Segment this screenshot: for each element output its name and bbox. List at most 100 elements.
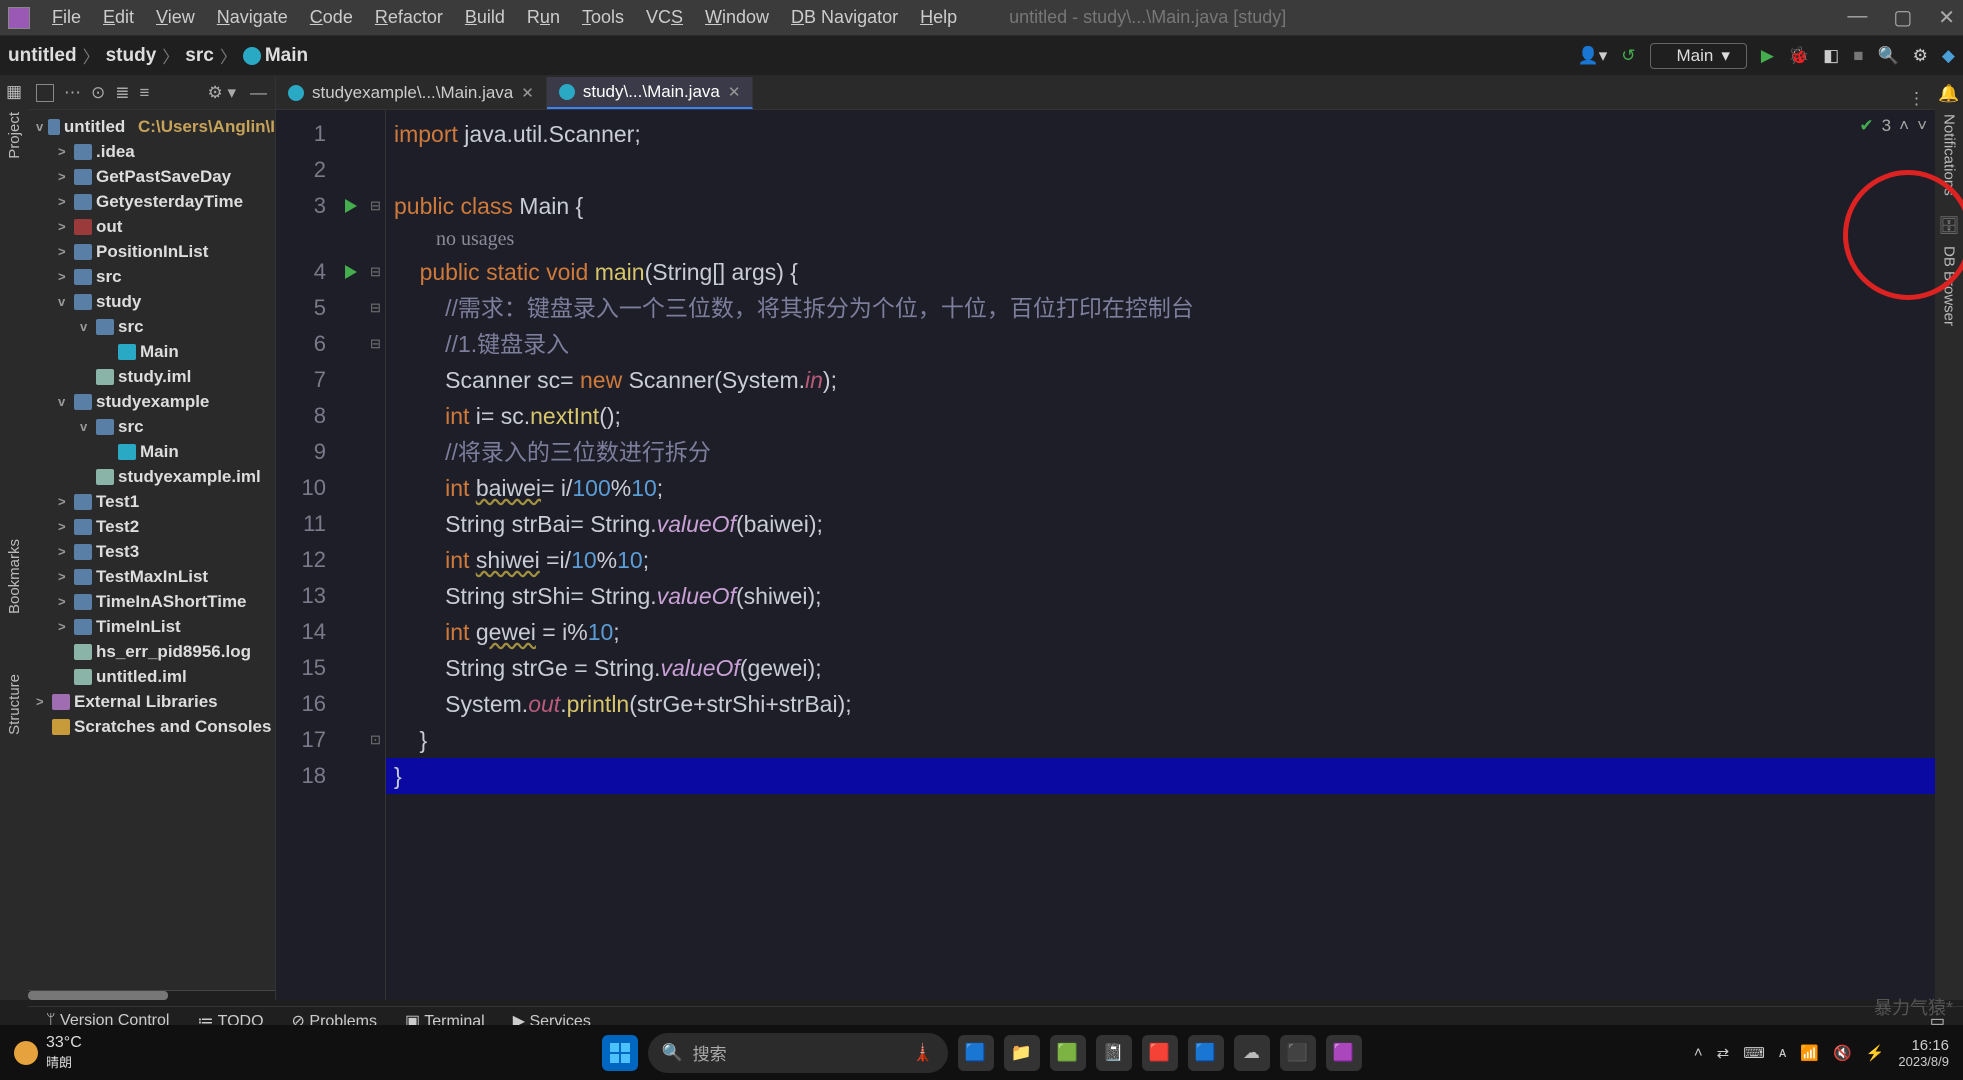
tray-volume-icon[interactable]: 🔇 [1833, 1044, 1852, 1062]
minimize-icon[interactable]: — [1847, 5, 1867, 30]
scratches[interactable]: Scratches and Consoles [28, 714, 275, 739]
tree-item[interactable]: >TimeInList [28, 614, 275, 639]
inspection-widget[interactable]: ✔ 3 ˄ ˅ [1859, 116, 1927, 136]
taskbar-app-icon[interactable]: 🟦 [958, 1035, 994, 1071]
close-tab-icon[interactable]: ✕ [728, 83, 741, 101]
code-with-me-icon[interactable]: ◆ [1942, 46, 1955, 66]
tree-item[interactable]: vsrc [28, 314, 275, 339]
menu-vcs[interactable]: VCS [646, 7, 683, 28]
run-config-selector[interactable]: Main ▾ [1650, 43, 1747, 69]
breadcrumb[interactable]: study [106, 45, 157, 67]
tree-item[interactable]: studyexample.iml [28, 464, 275, 489]
menu-build[interactable]: Build [465, 7, 505, 28]
project-hscrollbar[interactable] [28, 990, 275, 1000]
add-user-icon[interactable]: 👤▾ [1578, 46, 1608, 66]
project-tool-icon[interactable]: ▦ [6, 82, 22, 102]
tree-item[interactable]: >GetPastSaveDay [28, 164, 275, 189]
project-tree[interactable]: v untitled C:\Users\Anglin\I >.idea>GetP… [28, 110, 275, 990]
notifications-label[interactable]: Notifications [1941, 114, 1958, 196]
tree-item[interactable]: vstudy [28, 289, 275, 314]
project-view-icon[interactable] [36, 84, 54, 102]
menu-view[interactable]: View [156, 7, 195, 28]
tray-icon[interactable]: ⌨ [1743, 1044, 1765, 1062]
menu-navigate[interactable]: Navigate [217, 7, 288, 28]
taskbar-app-icon[interactable]: 🟩 [1050, 1035, 1086, 1071]
tree-item[interactable]: >TimeInAShortTime [28, 589, 275, 614]
code-editor[interactable]: import java.util.Scanner;public class Ma… [386, 110, 1935, 1000]
run-button[interactable]: ▶ [1761, 46, 1774, 66]
taskbar-app-icon[interactable]: 📓 [1096, 1035, 1132, 1071]
menu-code[interactable]: Code [310, 7, 353, 28]
taskbar-app-icon[interactable]: 🟥 [1142, 1035, 1178, 1071]
menu-edit[interactable]: Edit [103, 7, 134, 28]
chevron-up-icon[interactable]: ˄ [1899, 116, 1909, 136]
menu-tools[interactable]: Tools [582, 7, 624, 28]
tree-item[interactable]: Main [28, 339, 275, 364]
menu-dbnavigator[interactable]: DB Navigator [791, 7, 898, 28]
editor-tab[interactable]: studyexample\...\Main.java ✕ [276, 77, 547, 109]
db-browser-label[interactable]: DB Browser [1941, 246, 1958, 326]
maximize-icon[interactable]: ▢ [1893, 5, 1912, 30]
taskbar-app-icon[interactable]: 🟦 [1188, 1035, 1224, 1071]
settings-icon[interactable]: ⚙ [1913, 46, 1928, 66]
taskbar-app-icon[interactable]: 📁 [1004, 1035, 1040, 1071]
tray-battery-icon[interactable]: ⚡ [1866, 1044, 1885, 1062]
editor-tab[interactable]: study\...\Main.java ✕ [547, 77, 754, 109]
tree-item[interactable]: >Test1 [28, 489, 275, 514]
tray-wifi-icon[interactable]: 📶 [1800, 1044, 1819, 1062]
tray-chevron-icon[interactable]: ˄ [1694, 1044, 1703, 1061]
tree-item[interactable]: >src [28, 264, 275, 289]
tree-item[interactable]: >.idea [28, 139, 275, 164]
breadcrumb[interactable]: src [185, 45, 214, 67]
notifications-icon[interactable]: 🔔 [1938, 84, 1959, 104]
taskbar-weather[interactable]: 33°C 晴朗 [14, 1034, 82, 1071]
external-libraries[interactable]: > External Libraries [28, 689, 275, 714]
expand-all-icon[interactable]: ≣ [115, 83, 129, 103]
breadcrumb[interactable]: untitled [8, 45, 77, 67]
menu-file[interactable]: File [52, 7, 81, 28]
tree-item[interactable]: >GetyesterdayTime [28, 189, 275, 214]
project-root[interactable]: v untitled C:\Users\Anglin\I [28, 114, 275, 139]
chevron-down-icon[interactable]: ˅ [1917, 116, 1927, 136]
tree-item[interactable]: >out [28, 214, 275, 239]
taskbar-app-icon[interactable]: ⬛ [1280, 1035, 1316, 1071]
menu-window[interactable]: Window [705, 7, 769, 28]
sync-icon[interactable]: ↺ [1621, 46, 1635, 66]
stop-button[interactable]: ■ [1853, 46, 1863, 66]
taskbar-app-icon[interactable]: ☁ [1234, 1035, 1270, 1071]
tray-icon[interactable]: ᴀ [1779, 1044, 1786, 1061]
tray-icon[interactable]: ⇄ [1717, 1044, 1730, 1062]
menu-run[interactable]: Run [527, 7, 560, 28]
tree-item[interactable]: >Test2 [28, 514, 275, 539]
menu-refactor[interactable]: Refactor [375, 7, 443, 28]
hide-panel-icon[interactable]: — [250, 83, 267, 103]
structure-tool-label[interactable]: Structure [6, 674, 23, 735]
start-button[interactable] [602, 1035, 638, 1071]
close-tab-icon[interactable]: ✕ [521, 84, 534, 102]
tree-item[interactable]: >TestMaxInList [28, 564, 275, 589]
tree-item[interactable]: untitled.iml [28, 664, 275, 689]
tree-item[interactable]: hs_err_pid8956.log [28, 639, 275, 664]
select-opened-icon[interactable]: ⊙ [91, 83, 105, 103]
tree-item[interactable]: >PositionInList [28, 239, 275, 264]
project-tool-label[interactable]: Project [6, 112, 23, 159]
project-dots-icon[interactable]: ⋯ [64, 83, 81, 103]
taskbar-search[interactable]: 🔍 搜索 🗼 [648, 1033, 948, 1073]
taskbar-clock[interactable]: 16:16 2023/8/9 [1898, 1037, 1949, 1069]
debug-button[interactable]: 🐞 [1788, 46, 1809, 66]
taskbar-app-icon[interactable]: 🟪 [1326, 1035, 1362, 1071]
tree-item[interactable]: Main [28, 439, 275, 464]
gear-icon[interactable]: ⚙ ▾ [208, 83, 237, 103]
bookmarks-tool-label[interactable]: Bookmarks [6, 539, 23, 614]
breadcrumb[interactable]: Main [243, 45, 308, 67]
db-browser-icon[interactable]: 🗄 [1938, 216, 1960, 236]
close-window-icon[interactable]: ✕ [1938, 5, 1955, 30]
tab-options-icon[interactable]: ⋮ [1908, 89, 1925, 109]
menu-help[interactable]: Help [920, 7, 957, 28]
tree-item[interactable]: vstudyexample [28, 389, 275, 414]
coverage-button[interactable]: ◧ [1823, 46, 1839, 66]
collapse-all-icon[interactable]: ≡ [140, 83, 150, 103]
tree-item[interactable]: >Test3 [28, 539, 275, 564]
tree-item[interactable]: study.iml [28, 364, 275, 389]
search-everywhere-icon[interactable]: 🔍 [1878, 46, 1899, 66]
